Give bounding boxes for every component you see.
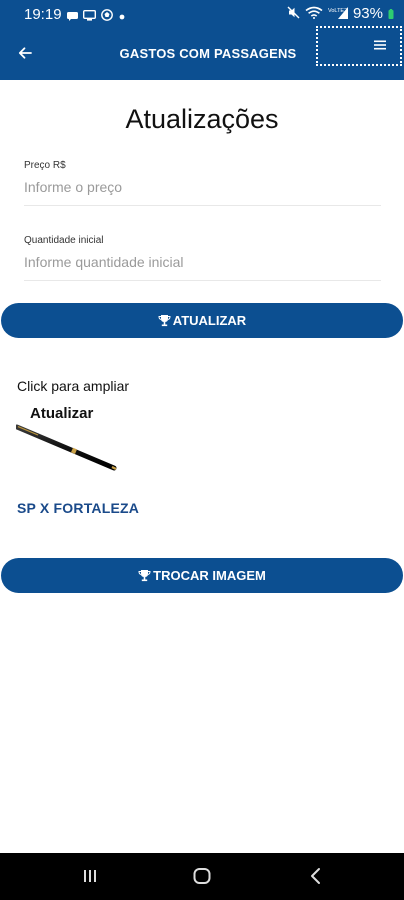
nav-back-button[interactable] bbox=[304, 866, 328, 890]
screen-icon bbox=[82, 8, 97, 26]
status-right-icons: VoLTE2 93% bbox=[287, 5, 394, 22]
menu-button[interactable] bbox=[316, 26, 402, 66]
update-button-label: ATUALIZAR bbox=[172, 313, 247, 328]
quantity-label: Quantidade inicial bbox=[24, 235, 104, 246]
soccer-icon bbox=[101, 8, 113, 26]
price-label: Preço R$ bbox=[24, 160, 66, 171]
route-link[interactable]: SP X FORTALEZA bbox=[17, 500, 139, 516]
pen-image bbox=[14, 422, 120, 479]
page-title: Atualizações bbox=[125, 104, 279, 134]
change-image-button-label: TROCAR IMAGEM bbox=[153, 568, 266, 583]
home-button[interactable] bbox=[190, 866, 214, 890]
back-icon bbox=[308, 867, 324, 890]
app-screen: 19:19 VoLTE2 93% GASTOS COM PASSAGENS At… bbox=[0, 0, 404, 900]
trophy-icon bbox=[138, 569, 151, 582]
click-hint: Click para ampliar bbox=[17, 378, 130, 394]
update-button[interactable]: ATUALIZAR bbox=[1, 303, 403, 338]
battery-percent: 93% bbox=[352, 5, 383, 22]
quantity-input[interactable] bbox=[24, 246, 381, 280]
message-icon bbox=[67, 8, 78, 26]
quantity-field: Quantidade inicial bbox=[24, 235, 381, 281]
signal-icon: VoLTE2 bbox=[328, 6, 348, 22]
home-icon bbox=[192, 866, 212, 891]
change-image-button[interactable]: TROCAR IMAGEM bbox=[1, 558, 403, 593]
battery-icon bbox=[388, 6, 394, 22]
mute-icon bbox=[287, 6, 300, 22]
top-bar: 19:19 VoLTE2 93% GASTOS COM PASSAGENS bbox=[0, 0, 404, 80]
trophy-icon bbox=[158, 314, 171, 327]
price-field: Preço R$ bbox=[24, 160, 381, 206]
product-image[interactable]: Atualizar bbox=[14, 400, 120, 480]
recent-apps-icon bbox=[82, 868, 98, 889]
status-left-icons bbox=[67, 8, 126, 26]
app-bar: GASTOS COM PASSAGENS bbox=[0, 26, 404, 78]
dot-icon bbox=[118, 8, 126, 26]
price-input[interactable] bbox=[24, 171, 381, 205]
status-time: 19:19 bbox=[24, 6, 62, 23]
image-caption: Atualizar bbox=[30, 405, 94, 422]
hamburger-menu-icon bbox=[374, 37, 386, 55]
system-nav-bar bbox=[0, 853, 404, 900]
recent-apps-button[interactable] bbox=[78, 866, 102, 890]
wifi-icon bbox=[305, 6, 323, 22]
